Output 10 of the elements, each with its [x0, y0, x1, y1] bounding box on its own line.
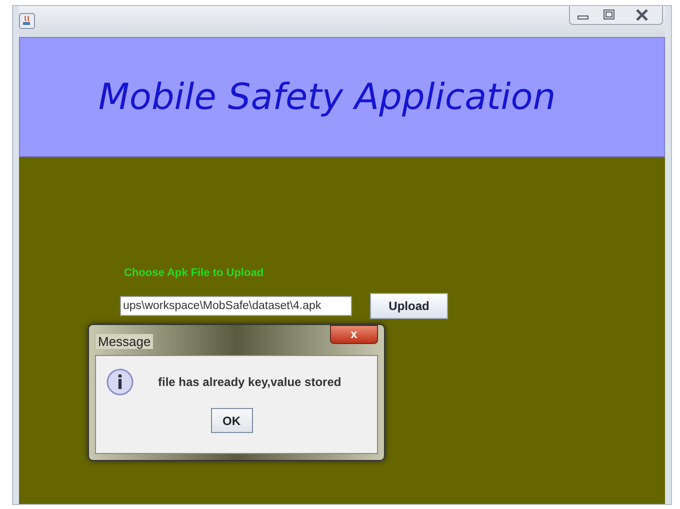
upload-label: Choose Apk File to Upload [124, 267, 265, 279]
dialog-title: Message [96, 334, 153, 349]
close-button[interactable]: x [330, 325, 378, 344]
info-icon [106, 368, 134, 396]
app-title: Mobile Safety Application [98, 76, 556, 118]
ok-button[interactable]: OK [210, 408, 252, 433]
upload-button[interactable]: Upload [370, 293, 448, 319]
cup-icon [19, 13, 35, 29]
message-text: file has already key,value stored [158, 375, 342, 389]
file-path-field[interactable]: ups\workspace\MobSafe\dataset\4.apk [120, 296, 352, 316]
